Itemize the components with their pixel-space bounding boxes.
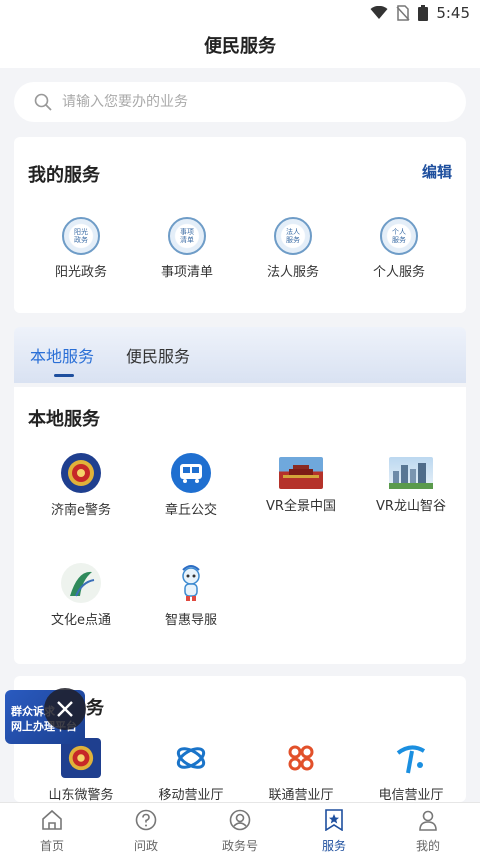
app-culture-e[interactable]: 文化e点通 — [26, 563, 136, 628]
seal-icon: 阳光政务 — [62, 217, 100, 255]
close-banner-button[interactable] — [44, 688, 86, 730]
search-input[interactable] — [62, 94, 422, 110]
local-services-title: 本地服务 — [28, 409, 100, 430]
service-item-legal-person[interactable]: 法人服务 法人服务 — [238, 217, 348, 280]
nav-label: 问政 — [133, 839, 158, 853]
service-item-sunshine-gov[interactable]: 阳光政务 阳光政务 — [26, 217, 136, 280]
search-bar[interactable] — [14, 82, 466, 122]
star-bookmark-icon — [325, 809, 343, 832]
app-china-mobile[interactable]: 移动营业厅 — [136, 738, 246, 803]
app-shandong-police[interactable]: 山东微警务 — [26, 738, 136, 803]
china-unicom-icon — [281, 738, 321, 778]
app-jinan-police[interactable]: 济南e警务 — [26, 453, 136, 518]
china-telecom-icon — [391, 738, 431, 778]
local-services-card: 本地服务 济南e警务 章丘公交 VR全景中国 VR龙山智谷 文化e点通 智惠导服 — [14, 387, 466, 664]
app-label: 济南e警务 — [51, 503, 111, 518]
app-label: 电信营业厅 — [378, 788, 444, 803]
nav-label: 政务号 — [221, 839, 258, 853]
close-icon — [57, 701, 73, 717]
account-icon — [229, 809, 251, 831]
user-icon — [419, 810, 437, 831]
nav-label: 服务 — [321, 839, 346, 853]
wifi-icon — [370, 6, 388, 19]
app-vr-china[interactable]: VR全景中国 — [246, 453, 356, 514]
page-title: 便民服务 — [204, 36, 276, 57]
bottom-nav: 首页 问政 政务号 服务 我的 — [0, 802, 480, 854]
culture-icon — [61, 563, 101, 603]
tab-convenience-services[interactable]: 便民服务 — [126, 343, 190, 367]
mascot-icon — [171, 563, 211, 603]
seal-icon: 法人服务 — [274, 217, 312, 255]
no-sim-icon — [396, 5, 410, 21]
nav-inquiry[interactable]: 问政 — [111, 809, 181, 854]
status-bar: 5:45 — [0, 0, 480, 28]
app-label: VR全景中国 — [266, 499, 336, 514]
china-mobile-icon — [171, 738, 211, 778]
status-time: 5:45 — [436, 4, 470, 22]
nav-mine[interactable]: 我的 — [393, 809, 463, 854]
app-label: 联通营业厅 — [268, 788, 334, 803]
app-smart-guide[interactable]: 智惠导服 — [136, 563, 246, 628]
nav-services[interactable]: 服务 — [299, 809, 369, 854]
app-label: 文化e点通 — [51, 613, 111, 628]
nav-label: 我的 — [415, 839, 440, 853]
app-label: 智惠导服 — [164, 613, 217, 628]
service-tabs: 本地服务 便民服务 — [14, 327, 466, 383]
app-bar: 便民服务 — [0, 28, 480, 68]
seal-icon: 个人服务 — [380, 217, 418, 255]
police-badge-icon — [61, 738, 101, 778]
city-icon — [389, 457, 433, 489]
nav-label: 首页 — [39, 839, 64, 853]
home-icon — [42, 809, 62, 830]
app-label: 章丘公交 — [164, 503, 217, 518]
tab-local-services[interactable]: 本地服务 — [30, 343, 94, 367]
seal-icon: 事项清单 — [168, 217, 206, 255]
service-item-personal[interactable]: 个人服务 个人服务 — [344, 217, 454, 280]
edit-button[interactable]: 编辑 — [422, 161, 452, 182]
status-icons: 5:45 — [370, 4, 470, 22]
police-badge-icon — [61, 453, 101, 493]
search-icon — [34, 93, 52, 111]
service-item-matter-list[interactable]: 事项清单 事项清单 — [132, 217, 242, 280]
app-china-telecom[interactable]: 电信营业厅 — [356, 738, 466, 803]
app-label: VR龙山智谷 — [376, 499, 446, 514]
nav-gov-account[interactable]: 政务号 — [205, 809, 275, 854]
question-icon — [135, 809, 157, 831]
app-zhangqiu-bus[interactable]: 章丘公交 — [136, 453, 246, 518]
my-services-card: 我的服务 编辑 阳光政务 阳光政务 事项清单 事项清单 法人服务 法人服务 个人… — [14, 137, 466, 313]
bus-icon — [171, 453, 211, 493]
app-label: 山东微警务 — [48, 788, 114, 803]
service-label: 阳光政务 — [54, 265, 107, 280]
my-services-title: 我的服务 — [28, 165, 100, 186]
service-label: 法人服务 — [266, 265, 319, 280]
battery-icon — [418, 5, 429, 21]
active-tab-indicator — [54, 374, 74, 377]
convenience-services-title: 务 — [86, 698, 104, 719]
landmark-icon — [279, 457, 323, 489]
app-vr-longshan[interactable]: VR龙山智谷 — [356, 453, 466, 514]
service-label: 个人服务 — [372, 265, 425, 280]
service-label: 事项清单 — [160, 265, 213, 280]
app-china-unicom[interactable]: 联通营业厅 — [246, 738, 356, 803]
nav-home[interactable]: 首页 — [17, 809, 87, 854]
app-label: 移动营业厅 — [158, 788, 224, 803]
